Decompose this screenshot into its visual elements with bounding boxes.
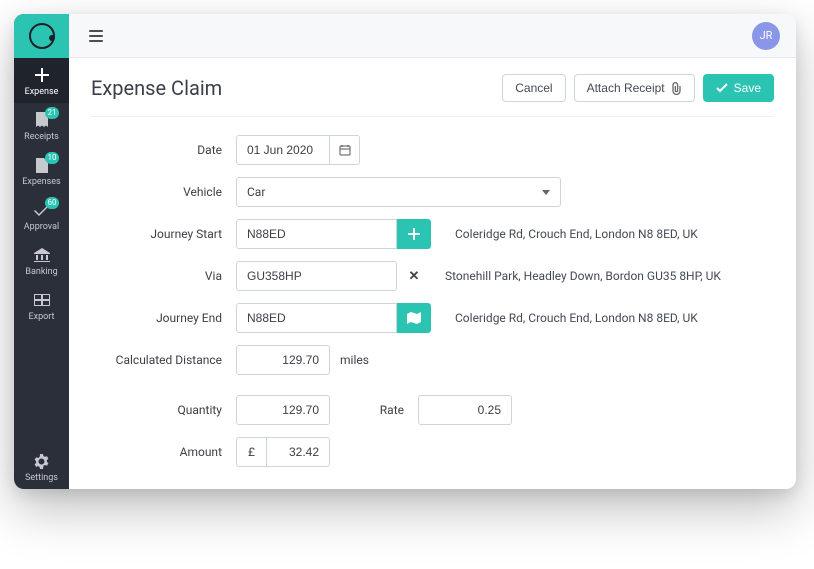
badge: 10 — [45, 152, 59, 164]
label-quantity: Quantity — [91, 403, 236, 417]
paperclip-icon — [671, 82, 682, 95]
sidebar-label: Banking — [25, 267, 57, 277]
close-icon: ✕ — [409, 269, 420, 284]
bank-icon — [32, 246, 52, 264]
chevron-down-icon — [542, 190, 550, 195]
label-date: Date — [91, 143, 236, 157]
label-vehicle: Vehicle — [91, 185, 236, 199]
row-vehicle: Vehicle Car — [91, 177, 774, 207]
via-address: Stonehill Park, Headley Down, Bordon GU3… — [445, 269, 721, 283]
menu-toggle[interactable] — [85, 26, 107, 46]
date-input[interactable] — [236, 135, 330, 165]
plus-icon — [408, 228, 420, 240]
page-title: Expense Claim — [91, 76, 222, 100]
button-label: Save — [734, 81, 761, 95]
date-picker-button[interactable] — [330, 135, 360, 165]
sidebar-label: Expenses — [22, 177, 60, 187]
sidebar-item-approval[interactable]: 60 Approval — [14, 193, 69, 238]
row-distance: Calculated Distance miles — [91, 345, 774, 375]
currency-symbol: £ — [236, 437, 266, 467]
app-window: Expense 21 Receipts 10 Expenses 60 Appro… — [14, 14, 796, 489]
button-label: Cancel — [515, 81, 552, 95]
attach-receipt-button[interactable]: Attach Receipt — [574, 74, 695, 102]
label-amount: Amount — [91, 445, 236, 459]
user-initials: JR — [760, 29, 773, 42]
sidebar-item-expense[interactable]: Expense — [14, 58, 69, 103]
add-waypoint-button[interactable] — [397, 219, 431, 249]
badge: 21 — [45, 107, 59, 119]
avatar[interactable]: JR — [752, 22, 780, 50]
vehicle-select[interactable]: Car — [236, 177, 561, 207]
label-via: Via — [91, 269, 236, 283]
map-button[interactable] — [397, 303, 431, 333]
amount-input[interactable] — [266, 437, 330, 467]
row-date: Date — [91, 135, 774, 165]
distance-unit: miles — [340, 353, 369, 367]
distance-input[interactable] — [236, 345, 330, 375]
start-address: Coleridge Rd, Crouch End, London N8 8ED,… — [455, 227, 698, 241]
sidebar-item-export[interactable]: Export — [14, 283, 69, 328]
cancel-button[interactable]: Cancel — [502, 74, 565, 102]
button-label: Attach Receipt — [587, 81, 665, 95]
journey-start-input[interactable] — [236, 219, 397, 249]
main-panel: JR Expense Claim Cancel Attach Receipt S… — [69, 14, 796, 489]
page-content: Expense Claim Cancel Attach Receipt Save — [69, 58, 796, 479]
app-logo — [14, 14, 69, 58]
row-via: Via ✕ Stonehill Park, Headley Down, Bord… — [91, 261, 774, 291]
via-input[interactable] — [236, 261, 397, 291]
sidebar-label: Approval — [24, 222, 59, 232]
clear-via-button[interactable]: ✕ — [397, 261, 431, 291]
end-address: Coleridge Rd, Crouch End, London N8 8ED,… — [455, 311, 698, 325]
label-end: Journey End — [91, 311, 236, 325]
sidebar-item-banking[interactable]: Banking — [14, 238, 69, 283]
save-button[interactable]: Save — [703, 74, 774, 102]
calendar-icon — [339, 144, 351, 156]
vehicle-value: Car — [247, 185, 265, 199]
row-journey-start: Journey Start Coleridge Rd, Crouch End, … — [91, 219, 774, 249]
journey-end-input[interactable] — [236, 303, 397, 333]
label-rate: Rate — [344, 403, 404, 417]
gear-icon — [32, 452, 52, 470]
label-start: Journey Start — [91, 227, 236, 241]
row-journey-end: Journey End Coleridge Rd, Crouch End, Lo… — [91, 303, 774, 333]
plus-icon — [32, 66, 52, 84]
row-amount: Amount £ — [91, 437, 774, 467]
sidebar-item-expenses[interactable]: 10 Expenses — [14, 148, 69, 193]
sidebar: Expense 21 Receipts 10 Expenses 60 Appro… — [14, 14, 69, 489]
sidebar-label: Settings — [25, 473, 58, 483]
rate-input[interactable] — [418, 395, 512, 425]
label-distance: Calculated Distance — [91, 353, 236, 367]
sidebar-item-receipts[interactable]: 21 Receipts — [14, 103, 69, 148]
topbar: JR — [69, 14, 796, 58]
expense-form: Date Vehicle Car Jo — [91, 117, 774, 467]
page-header: Expense Claim Cancel Attach Receipt Save — [91, 74, 774, 117]
row-quantity-rate: Quantity Rate — [91, 395, 774, 425]
sidebar-label: Expense — [25, 87, 59, 97]
sidebar-label: Receipts — [24, 132, 59, 142]
map-icon — [407, 312, 421, 324]
header-actions: Cancel Attach Receipt Save — [502, 74, 774, 102]
check-icon — [716, 83, 728, 93]
table-icon — [32, 291, 52, 309]
logo-icon — [29, 23, 55, 49]
sidebar-item-settings[interactable]: Settings — [14, 444, 69, 489]
quantity-input[interactable] — [236, 395, 330, 425]
sidebar-label: Export — [29, 312, 55, 322]
badge: 60 — [45, 197, 59, 209]
